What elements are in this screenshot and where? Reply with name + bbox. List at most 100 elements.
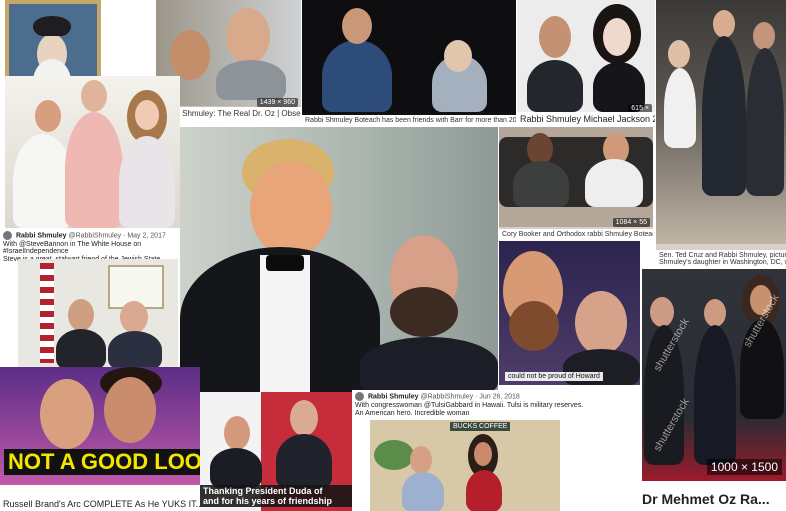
gabbard-tweet-image[interactable]: Rabbi Shmuley @RabbiShmuley · Jun 26, 20… [352, 390, 642, 511]
rfk-image[interactable] [5, 76, 180, 228]
avatar [3, 231, 12, 240]
palm-tree [374, 440, 414, 470]
person-body [513, 161, 569, 207]
person-body [702, 36, 746, 196]
person-face [81, 80, 107, 112]
person-face [603, 18, 631, 56]
person-face [474, 442, 492, 466]
tweet-text: With @SteveBannon in The White House on … [3, 241, 142, 255]
person-body [402, 472, 444, 511]
tweet-handle: @RabbiShmuley · May 2, 2017 [68, 232, 166, 240]
avatar [355, 392, 364, 401]
person-body [56, 329, 106, 367]
caption-line-1: Thanking President Duda of [203, 486, 323, 496]
cory-booker-image[interactable]: 1084 × 55 Cory Booker and Orthodox rabbi… [499, 127, 653, 240]
michael-jackson-image[interactable]: 615 × Rabbi Shmuley Michael Jackson 2001 [517, 0, 655, 126]
person-face [753, 22, 775, 50]
image-caption[interactable]: Rabbi Shmuley Boteach has been friends w… [302, 115, 516, 126]
image-title[interactable]: Dr Mehmet Oz Ra... [642, 491, 770, 507]
person-face [444, 40, 472, 72]
overlay-text: could not be proud of Howard [505, 372, 603, 381]
flag [40, 263, 54, 363]
mj-photo [517, 0, 655, 112]
tweet-author: Rabbi Shmuley [367, 393, 419, 401]
person-face [410, 446, 432, 474]
duda-image[interactable]: Thanking President Duda of and for his y… [200, 392, 352, 511]
image-caption[interactable]: Cory Booker and Orthodox rabbi Shmuley B… [499, 229, 653, 240]
oz-stock-photo: shutterstock shutterstock shutterstock [642, 269, 786, 481]
person-face [250, 161, 332, 257]
selfie-photo [499, 241, 640, 385]
caption-line-2: and for his years of friendship [203, 496, 333, 506]
person-body [322, 40, 392, 112]
image-caption[interactable]: Russell Brand's Arc COMPLETE As He YUKS … [0, 497, 200, 511]
person-face [668, 40, 690, 68]
caption-overlay: Thanking President Duda of and for his y… [200, 485, 352, 507]
barr-photo [302, 0, 516, 112]
person-body [360, 337, 498, 392]
image-dimensions: 1439 × 960 [256, 98, 298, 107]
person-face [120, 301, 148, 333]
trump-image[interactable] [180, 127, 498, 392]
person-face [650, 297, 674, 327]
person-face [35, 100, 61, 132]
person-face [68, 299, 94, 331]
person-body [585, 159, 643, 207]
trump-photo [180, 127, 498, 392]
person-body [276, 434, 332, 488]
selfie-howard-image[interactable]: could not be proud of Howard [499, 241, 640, 385]
person-face [704, 299, 726, 327]
person-body [108, 331, 162, 367]
person-face [40, 379, 94, 449]
person-face [575, 291, 627, 355]
person-body [746, 48, 784, 196]
person-body [65, 112, 123, 228]
person-body [527, 60, 583, 112]
bannon-tweet-image[interactable]: Rabbi Shmuley @RabbiShmuley · May 2, 201… [0, 229, 180, 367]
person-face [104, 377, 156, 443]
shirt [260, 255, 310, 392]
person-face [342, 8, 372, 44]
person-face [226, 8, 270, 64]
caption-line-2: Shmuley's daughter in Washington, DC, w [659, 259, 786, 266]
cafe-sign: BUCKS COFFEE [450, 422, 511, 431]
booker-photo [499, 127, 653, 227]
cruz-photo [656, 0, 786, 244]
person-body [664, 68, 696, 148]
brand-photo: NOT A GOOD LOOK [0, 367, 200, 485]
person-face [290, 400, 318, 436]
person-body [216, 60, 286, 100]
person-face [539, 16, 571, 58]
caption-line-1: Sen. Ted Cruz and Rabbi Shmuley, picture… [659, 252, 786, 259]
person-face [135, 100, 159, 130]
image-dimensions: 1000 × 1500 [706, 459, 782, 475]
tweet-text: With congresswoman @TulsiGabbard in Hawa… [355, 402, 584, 409]
person-body [210, 448, 262, 488]
person-beard [509, 301, 559, 351]
person-face [170, 30, 210, 80]
barr-image[interactable]: Rabbi Shmuley Boteach has been friends w… [302, 0, 516, 126]
image-caption[interactable]: Sen. Ted Cruz and Rabbi Shmuley, picture… [656, 250, 786, 268]
person-body [119, 136, 175, 228]
banner-text: NOT A GOOD LOOK [4, 449, 200, 475]
russell-brand-image[interactable]: NOT A GOOD LOOK Russell Brand's Arc COMP… [0, 367, 200, 511]
person-face [713, 10, 735, 38]
tweet-header: Rabbi Shmuley @RabbiShmuley · Jun 26, 20… [352, 390, 642, 419]
ted-cruz-image[interactable]: Sen. Ted Cruz and Rabbi Shmuley, picture… [656, 0, 786, 268]
oz-shutterstock-image[interactable]: shutterstock shutterstock shutterstock 1… [642, 269, 786, 511]
bow-tie [266, 255, 304, 271]
gabbard-photo: BUCKS COFFEE [370, 420, 560, 511]
person-body [466, 470, 502, 511]
portrait-hat [33, 16, 71, 36]
image-dimensions: 1084 × 55 [612, 218, 650, 227]
person-beard [390, 287, 458, 337]
person-body [13, 134, 73, 228]
tweet-handle: @RabbiShmuley · Jun 26, 2018 [420, 393, 520, 401]
person-body [694, 325, 736, 465]
person-face [224, 416, 250, 450]
rfk-photo [5, 76, 180, 228]
bannon-photo [18, 259, 178, 367]
tweet-author: Rabbi Shmuley [15, 232, 67, 240]
image-caption[interactable]: Rabbi Shmuley Michael Jackson 2001 [517, 112, 655, 126]
tweet-text-2: An American hero. Incredible woman [355, 410, 470, 417]
